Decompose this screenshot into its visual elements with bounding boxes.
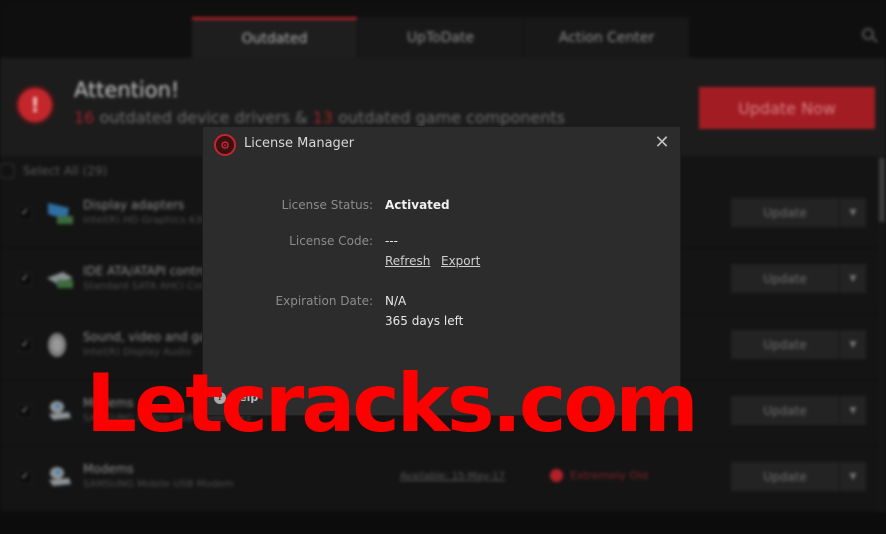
update-now-button[interactable]: Update Now bbox=[699, 87, 875, 129]
tab-outdated[interactable]: Outdated bbox=[192, 17, 357, 58]
days-left-value: 365 days left bbox=[385, 314, 464, 328]
close-icon[interactable]: ✕ bbox=[654, 134, 670, 152]
speaker-icon bbox=[48, 333, 66, 357]
checkbox[interactable] bbox=[0, 164, 14, 178]
license-status-label: License Status: bbox=[281, 198, 373, 212]
row-checkbox[interactable]: ✓ bbox=[18, 338, 32, 352]
select-all-checkbox[interactable]: Select All (29) bbox=[0, 162, 107, 180]
attention-summary: 16 outdated device drivers & 13 outdated… bbox=[74, 108, 565, 127]
dialog-title: License Manager bbox=[244, 136, 355, 151]
status-badge: Extremely Old bbox=[550, 469, 648, 482]
alert-icon: ! bbox=[18, 88, 52, 122]
device-name: Intel(R) HD Graphics 630 bbox=[83, 215, 208, 226]
refresh-link[interactable]: Refresh bbox=[385, 254, 430, 268]
app-logo-icon: ⚙ bbox=[214, 134, 236, 156]
chevron-down-icon[interactable]: ▼ bbox=[840, 330, 866, 359]
update-button[interactable]: Update bbox=[731, 396, 839, 425]
tab-bar: Outdated UpToDate Action Center bbox=[192, 17, 690, 58]
status-text: Extremely Old bbox=[570, 469, 649, 482]
update-button[interactable]: Update bbox=[731, 198, 839, 227]
search-icon[interactable] bbox=[862, 28, 874, 40]
driver-count: 16 bbox=[74, 108, 95, 127]
available-date-link[interactable]: Available: 15-May-17 bbox=[400, 471, 505, 482]
tab-uptodate[interactable]: UpToDate bbox=[358, 17, 523, 58]
chevron-down-icon[interactable]: ▼ bbox=[840, 462, 866, 491]
display-adapter-icon bbox=[48, 203, 73, 224]
status-dot-icon bbox=[550, 469, 563, 482]
update-button[interactable]: Update bbox=[731, 330, 839, 359]
expiration-date-value: N/A bbox=[385, 294, 407, 308]
chevron-down-icon[interactable]: ▼ bbox=[840, 264, 866, 293]
attention-title: Attention! bbox=[74, 78, 180, 102]
update-button[interactable]: Update bbox=[731, 462, 839, 491]
chevron-down-icon[interactable]: ▼ bbox=[840, 198, 866, 227]
tab-action-center[interactable]: Action Center bbox=[524, 17, 689, 58]
bottom-bar bbox=[0, 512, 886, 534]
update-button[interactable]: Update bbox=[731, 264, 839, 293]
scroll-thumb[interactable] bbox=[879, 158, 885, 222]
device-category: Display adapters bbox=[83, 198, 185, 212]
watermark-text: Letcracks.com bbox=[86, 357, 699, 450]
top-bar: Outdated UpToDate Action Center bbox=[0, 0, 886, 58]
expiration-date-label: Expiration Date: bbox=[275, 294, 373, 308]
row-checkbox[interactable]: ✓ bbox=[18, 206, 32, 220]
license-status-value: Activated bbox=[385, 198, 450, 212]
driver-text: outdated device drivers & bbox=[94, 108, 313, 127]
export-link[interactable]: Export bbox=[441, 254, 480, 268]
select-all-label: Select All (29) bbox=[23, 164, 108, 178]
modem-icon bbox=[49, 467, 71, 486]
device-name: SAMSUNG Mobile USB Modem bbox=[83, 479, 234, 490]
component-count: 13 bbox=[312, 108, 334, 127]
row-checkbox[interactable]: ✓ bbox=[18, 272, 32, 286]
row-checkbox[interactable]: ✓ bbox=[18, 470, 32, 484]
list-item: ✓ Modems SAMSUNG Mobile USB Modem Availa… bbox=[0, 446, 878, 512]
license-code-value: --- bbox=[385, 234, 398, 248]
hard-drive-icon bbox=[47, 272, 73, 288]
license-code-label: License Code: bbox=[289, 234, 373, 248]
scrollbar[interactable] bbox=[878, 156, 886, 512]
component-text: outdated game components bbox=[333, 108, 565, 127]
modem-icon bbox=[49, 401, 71, 420]
row-checkbox[interactable]: ✓ bbox=[18, 404, 32, 418]
chevron-down-icon[interactable]: ▼ bbox=[840, 396, 866, 425]
dialog-header: ⚙ License Manager ✕ bbox=[203, 127, 680, 163]
device-category: Modems bbox=[83, 462, 134, 476]
